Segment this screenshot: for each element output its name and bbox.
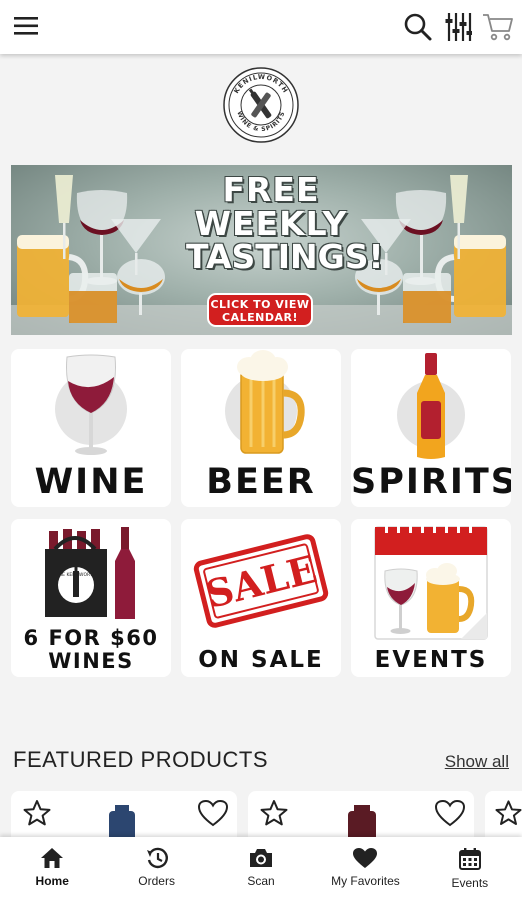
calendar-icon (458, 848, 481, 870)
top-bar-actions (402, 8, 514, 46)
free-tastings-banner[interactable]: FREE WEEKLY TASTINGS! CLICK TO VIEW CALE… (11, 165, 512, 335)
hamburger-menu-icon[interactable] (10, 10, 42, 42)
category-6-for-60-line-2: WINES (48, 649, 134, 673)
category-wine-tile[interactable]: WINE (11, 349, 171, 507)
category-on-sale-label: ON SALE (198, 647, 324, 673)
category-wine-label: WINE (34, 462, 148, 502)
category-beer-label: BEER (206, 462, 316, 502)
cta-line-1: CLICK TO VIEW (210, 298, 310, 311)
nav-my-favorites[interactable]: My Favorites (313, 837, 417, 900)
nav-home[interactable]: Home (0, 837, 104, 900)
nav-scan-label: Scan (247, 874, 275, 888)
bottom-navigation: Home Orders Scan My Favorites Events (0, 837, 522, 900)
nav-orders[interactable]: Orders (104, 837, 208, 900)
category-6-for-60-tile[interactable]: THE KENILWORTH 6 FOR $60 WINES (11, 519, 171, 677)
history-icon (146, 847, 168, 869)
heart-icon (353, 848, 378, 868)
banner-line-2: WEEKLY (194, 203, 348, 243)
store-logo: KENILWORTH WINE & SPIRITS (222, 66, 300, 144)
category-events-label: EVENTS (374, 647, 488, 673)
featured-products-title: FEATURED PRODUCTS (13, 747, 268, 772)
cta-line-2: CALENDAR! (222, 311, 298, 324)
star-rating-icon[interactable] (260, 799, 288, 832)
banner-headline: FREE WEEKLY TASTINGS! (186, 170, 384, 277)
nav-scan[interactable]: Scan (209, 837, 313, 900)
category-spirits-tile[interactable]: SPIRITS (351, 349, 511, 507)
nav-events-label: Events (451, 876, 489, 890)
category-on-sale-tile[interactable]: SALE ON SALE (181, 519, 341, 677)
favorite-heart-icon[interactable] (197, 799, 229, 832)
shopping-cart-icon[interactable] (482, 9, 514, 45)
top-app-bar (0, 0, 522, 54)
nav-home-label: Home (35, 874, 69, 888)
category-beer-tile[interactable]: BEER (181, 349, 341, 507)
wine-bag-text: THE KENILWORTH (55, 572, 96, 578)
filter-sliders-icon[interactable] (442, 9, 474, 45)
star-rating-icon[interactable] (495, 799, 522, 832)
banner-line-3: TASTINGS! (186, 237, 384, 277)
banner-line-1: FREE (222, 170, 320, 209)
category-spirits-label: SPIRITS (351, 462, 511, 502)
view-calendar-button[interactable]: CLICK TO VIEW CALENDAR! (207, 293, 313, 327)
favorite-heart-icon[interactable] (434, 799, 466, 832)
nav-events[interactable]: Events (418, 837, 522, 900)
star-rating-icon[interactable] (23, 799, 51, 832)
category-6-for-60-line-1: 6 FOR $60 (23, 626, 159, 650)
home-icon (41, 848, 64, 868)
nav-orders-label: Orders (138, 874, 175, 888)
camera-icon (250, 849, 273, 867)
nav-my-favorites-label: My Favorites (331, 874, 400, 888)
show-all-link[interactable]: Show all (445, 752, 509, 772)
search-icon[interactable] (402, 9, 434, 45)
category-events-tile[interactable]: EVENTS (351, 519, 511, 677)
category-6-for-60-label: 6 FOR $60 WINES (11, 627, 171, 673)
